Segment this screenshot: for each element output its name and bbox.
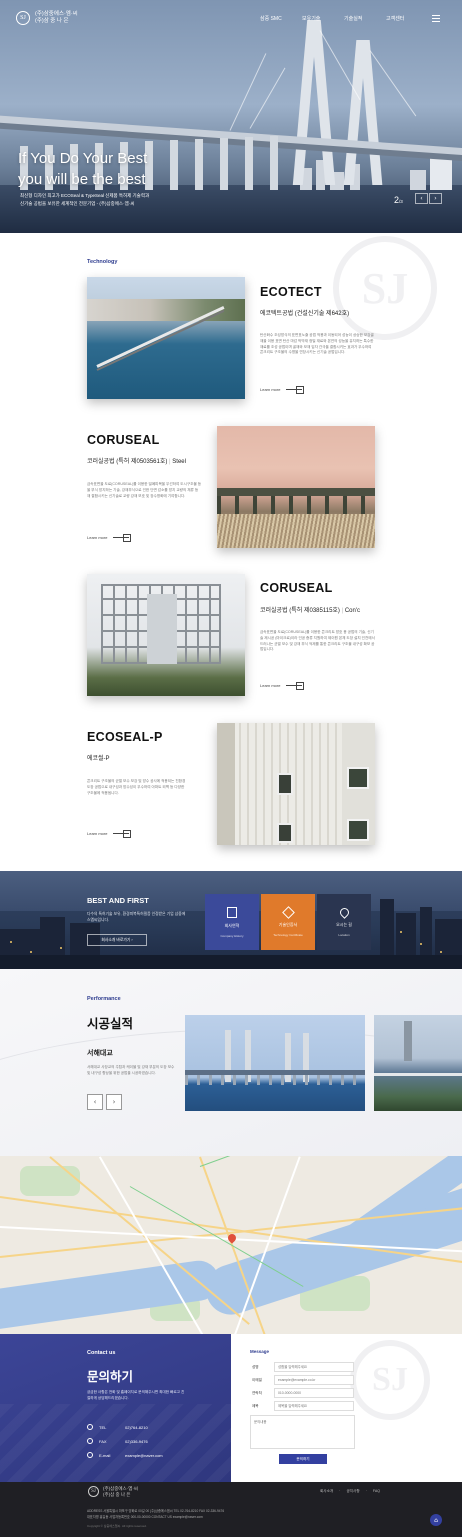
tech-title-coruseal-concrete: CORUSEAL	[260, 581, 333, 595]
email-field[interactable]	[274, 1375, 354, 1385]
watermark-logo: SJ	[333, 236, 437, 340]
performance-desc: 서해대교 사장교의 주탑과 케이블 및 강재 부분의 도장 보수 및 내구성 향…	[87, 1065, 175, 1075]
main-nav: 삼중 SMC 보유기술 기술실적 고객센터	[260, 15, 428, 22]
footer-info: ADDRESS 서울특별시 마포구 양화로 00길 00 (주)삼중에스엠씨 T…	[87, 1509, 225, 1519]
slide-counter: 2/3	[394, 195, 403, 205]
logo-line-1: (주)삼중에스·엠·씨	[35, 11, 78, 17]
nav-item-company[interactable]: 삼중 SMC	[260, 15, 302, 22]
footer	[0, 1482, 462, 1537]
mail-icon	[87, 1452, 93, 1458]
fax-icon	[87, 1438, 93, 1444]
logo-line-2: (주)삼 중 나 은	[35, 18, 69, 24]
layers-icon	[281, 905, 295, 919]
name-field[interactable]	[274, 1362, 354, 1372]
footer-link-faq[interactable]: FAQ	[373, 1489, 380, 1494]
section-label-technology: Technology	[87, 259, 118, 265]
contact-tel: TEL 02)764-8210	[87, 1424, 148, 1430]
tech-title-ecoseal-p: ECOSEAL-P	[87, 730, 163, 744]
hero-title-line-2: you will be the best	[18, 171, 146, 188]
tech-image-ecoseal-p	[217, 723, 375, 845]
tech-image-coruseal-concrete	[87, 574, 245, 696]
slide-next-button[interactable]: ›	[429, 193, 442, 204]
hamburger-icon[interactable]	[432, 15, 440, 22]
learn-more-ecotect[interactable]: Learn more	[260, 386, 305, 394]
tech-image-ecotect	[87, 277, 245, 399]
hero-subtitle-line-1: 최신형 디자인 최고가 ECOSeal & TypeSeal 신제품 특허제 기…	[20, 193, 150, 198]
hero-subtitle: 최신형 디자인 최고가 ECOSeal & TypeSeal 신제품 특허제 기…	[20, 192, 200, 208]
box-technology-certificate[interactable]: 기술인증서 Technology Certificate	[261, 894, 315, 950]
form-row-email: 이메일	[252, 1375, 354, 1385]
tech-desc-ecoseal-p: 콘크리트 구조물의 균열 보수 보강 및 방수 공사에 적용되는 친환경 도장 …	[87, 779, 186, 795]
nav-item-technology[interactable]: 보유기술	[302, 15, 344, 22]
slide-arrows: ‹ ›	[415, 193, 442, 204]
contact-panel	[0, 1334, 231, 1482]
box-location[interactable]: 오시는 길 Location	[317, 894, 371, 950]
form-row-subject: 제목	[252, 1401, 354, 1411]
hero-title-line-1: If You Do Your Best	[18, 150, 148, 167]
arrow-right-icon	[113, 534, 132, 542]
phone-field[interactable]	[274, 1388, 354, 1398]
arrow-right-icon	[286, 682, 305, 690]
best-title: BEST AND FIRST	[87, 896, 149, 905]
footer-logo-mark: SJ	[88, 1486, 99, 1497]
footer-link-notice[interactable]: 공지사항	[346, 1489, 359, 1494]
footer-links: 회사소개 · 공지사항 · FAQ	[320, 1489, 381, 1494]
tech-desc-coruseal-steel: 금속표면을 도료(CORUSEAL)를 이용한 밀폐피복을 우선하여 도시구조물…	[87, 482, 202, 498]
box-company-history[interactable]: 회사연혁 Company History	[205, 894, 259, 950]
performance-next-button[interactable]: ›	[106, 1094, 122, 1110]
contact-email: E-mail example@naver.com	[87, 1452, 163, 1458]
company-intro-button[interactable]: 회사소개 바로가기 ›	[87, 934, 147, 946]
performance-project-name: 서해대교	[87, 1050, 113, 1057]
tech-subtitle-coruseal-concrete: 코러실공법 (특허 제0385115호) | Con'c	[260, 608, 360, 614]
site-logo[interactable]: SJ (주)삼중에스·엠·씨 (주)삼 중 나 은	[16, 11, 78, 25]
performance-title: 시공실적	[87, 1017, 134, 1031]
best-desc: 다수의 특허기술 보유, 환경피복특허필증 인정받은 기업 삼중에스엠씨입니다.	[87, 912, 186, 922]
tech-title-ecotect: ECOTECT	[260, 285, 322, 299]
tech-title-coruseal-steel: CORUSEAL	[87, 433, 160, 447]
message-field[interactable]	[250, 1415, 355, 1449]
slide-prev-button[interactable]: ‹	[415, 193, 428, 204]
nav-item-support[interactable]: 고객센터	[386, 15, 428, 22]
tech-subtitle-ecotect: 에코텍트공법 (건설신기술 제642호)	[260, 311, 350, 317]
top-navigation: SJ (주)삼중에스·엠·씨 (주)삼 중 나 은 삼중 SMC 보유기술 기술…	[0, 0, 462, 38]
learn-more-coruseal-steel[interactable]: Learn more	[87, 534, 132, 542]
arrow-right-icon	[286, 386, 305, 394]
tech-image-coruseal-steel	[217, 426, 375, 548]
slide-total: /3	[399, 199, 403, 204]
tech-desc-ecotect: 탄산화수 조성방식의 표면표노출 공법 적용과 이동되어 성능이 상승한 보강골…	[260, 333, 374, 355]
form-label: Message	[250, 1349, 270, 1354]
hero-subtitle-line-2: 신기술 공법을 보유한 세계적인 전문기업 - (주)삼중에스·엠·씨	[20, 201, 135, 206]
logo-mark: SJ	[16, 11, 30, 25]
hero-title: If You Do Your Best you will be the best	[18, 148, 147, 190]
tech-desc-coruseal-concrete: 금속표면을 도료(CORUSEAL)를 이용한 콘크리트 방호 용 공법의 기술…	[260, 630, 375, 652]
performance-image-2[interactable]	[374, 1015, 462, 1111]
footer-copyright: Copyright © 삼중에스엠씨. All rights reserved.	[87, 1524, 147, 1528]
performance-image-seohae-bridge[interactable]	[185, 1015, 365, 1111]
location-map[interactable]	[0, 1156, 462, 1334]
section-label-performance: Performance	[87, 996, 121, 1002]
scroll-top-icon[interactable]: ⌂	[430, 1514, 442, 1526]
learn-more-ecoseal-p[interactable]: Learn more	[87, 830, 132, 838]
contact-desc: 궁금한 사항은 전화 및 홈페이지로 문의해주시면 최대한 빠르고 친절하게 상…	[87, 1390, 185, 1400]
map-pin-icon	[337, 905, 351, 919]
nav-item-performance[interactable]: 기술실적	[344, 15, 386, 22]
contact-fax: FAX 02)336-9476	[87, 1438, 148, 1444]
arrow-right-icon	[113, 830, 132, 838]
footer-logo[interactable]: SJ (주)삼중에스·엠·씨 (주)삼 중 나 은	[88, 1486, 138, 1497]
watermark-logo: SJ	[350, 1340, 430, 1420]
contact-label: Contact us	[87, 1350, 116, 1356]
submit-button[interactable]: 문의하기	[279, 1454, 327, 1464]
learn-more-coruseal-concrete[interactable]: Learn more	[260, 682, 305, 690]
footer-link-company[interactable]: 회사소개	[320, 1489, 333, 1494]
tech-subtitle-coruseal-steel: 코러실공법 (특허 제0503561호) | Steel	[87, 459, 186, 465]
form-row-name: 성명	[252, 1362, 354, 1372]
subject-field[interactable]	[274, 1401, 354, 1411]
phone-icon	[87, 1424, 93, 1430]
performance-prev-button[interactable]: ‹	[87, 1094, 103, 1110]
contact-title: 문의하기	[87, 1370, 134, 1384]
document-icon	[227, 906, 237, 918]
tech-subtitle-ecoseal-p: 에코씰-P	[87, 756, 110, 762]
form-row-phone: 연락처	[252, 1388, 354, 1398]
